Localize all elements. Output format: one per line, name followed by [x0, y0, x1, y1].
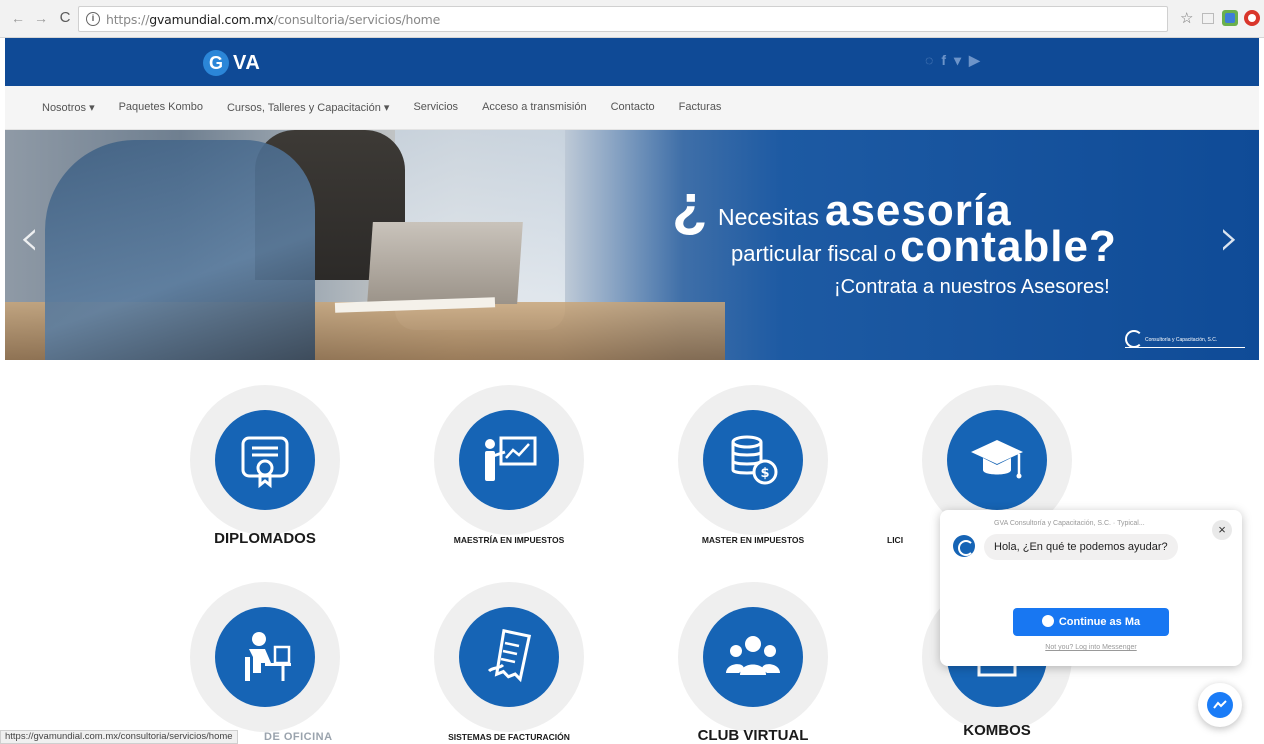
- facebook-icon[interactable]: f: [941, 52, 946, 69]
- graduation-cap-icon: [971, 440, 1023, 479]
- service-label: SISTEMAS DE FACTURACIÓN: [448, 732, 570, 742]
- url-text: https://gvamundial.com.mx/consultoria/se…: [106, 12, 441, 27]
- messenger-launcher-button[interactable]: [1198, 683, 1242, 727]
- svg-text:$: $: [760, 466, 769, 481]
- hero-carousel: ‹ › ¿ Necesitas asesoría particular fisca…: [5, 130, 1259, 360]
- service-label: MAESTRÍA EN IMPUESTOS: [453, 535, 565, 545]
- messenger-chat-popup: GVA Consultoría y Capacitación, S.C. · T…: [940, 510, 1242, 666]
- office-worker-icon: [245, 632, 291, 681]
- hero-photo-laptop: [367, 222, 523, 304]
- messenger-icon: [1041, 615, 1054, 627]
- twitter-icon[interactable]: ▾: [954, 52, 961, 69]
- logo[interactable]: G VA: [203, 50, 260, 76]
- main-nav: Nosotros ▾ Paquetes Kombo Cursos, Taller…: [5, 86, 1259, 130]
- log-into-messenger-link[interactable]: Not you? Log into Messenger: [940, 644, 1242, 651]
- bookmark-star-icon[interactable]: ☆: [1180, 9, 1193, 27]
- group-icon: [726, 636, 780, 675]
- extension-icon[interactable]: [1222, 10, 1238, 26]
- carousel-next-icon[interactable]: ›: [1219, 208, 1240, 268]
- hero-question-mark: ¿: [672, 173, 708, 238]
- info-icon[interactable]: i: [86, 12, 100, 26]
- logo-text: VA: [233, 51, 261, 74]
- site-header: G VA ◌ f ▾ ▶: [5, 38, 1259, 86]
- service-label: DIPLOMADOS: [214, 530, 316, 547]
- nav-item-servicios[interactable]: Servicios: [413, 101, 458, 114]
- coins-icon: $: [731, 435, 778, 485]
- browser-status-bar: https://gvamundial.com.mx/consultoria/se…: [0, 730, 238, 744]
- page-avatar: [953, 535, 975, 557]
- social-links: ◌ f ▾ ▶: [925, 52, 980, 69]
- hero-stamp-logo: Consultoría y Capacitación, S.C.: [1125, 330, 1245, 348]
- close-icon[interactable]: ×: [1212, 520, 1232, 540]
- service-label: CLUB VIRTUAL: [697, 727, 809, 744]
- cast-icon[interactable]: [1202, 13, 1214, 24]
- nav-item-contacto[interactable]: Contacto: [611, 101, 655, 114]
- address-bar[interactable]: i https://gvamundial.com.mx/consultoria/…: [78, 6, 1168, 32]
- messenger-icon: [1213, 700, 1227, 709]
- forward-arrow-icon[interactable]: →: [33, 10, 49, 26]
- chat-greeting: Hola, ¿En qué te podemos ayudar?: [984, 534, 1178, 560]
- service-label: LICI: [887, 535, 904, 545]
- hero-headline-line2: particular fiscal ocontable?: [731, 222, 1117, 271]
- nav-item-cursos[interactable]: Cursos, Talleres y Capacitación ▾: [227, 101, 389, 114]
- logo-mark: G: [203, 50, 229, 76]
- nav-item-paquetes-kombo[interactable]: Paquetes Kombo: [119, 101, 203, 114]
- extension-record-icon[interactable]: [1244, 10, 1260, 26]
- nav-item-acceso[interactable]: Acceso a transmisión: [482, 101, 587, 114]
- certificate-icon: [241, 436, 289, 489]
- presentation-icon: [485, 436, 537, 481]
- hero-subline: ¡Contrata a nuestros Asesores!: [834, 276, 1110, 298]
- chat-page-name: GVA Consultoría y Capacitación, S.C. · T…: [994, 520, 1145, 527]
- back-arrow-icon[interactable]: ←: [10, 10, 26, 26]
- invoice-icon: [487, 628, 532, 683]
- hero-photo-person: [45, 140, 315, 360]
- nav-item-nosotros[interactable]: Nosotros ▾: [42, 101, 95, 114]
- continue-as-button[interactable]: Continue as Ma: [1013, 608, 1169, 636]
- service-label: KOMBOS: [963, 722, 1031, 739]
- service-label-obscured: DE OFICINA: [264, 731, 333, 743]
- browser-toolbar: ← → C i https://gvamundial.com.mx/consul…: [0, 0, 1264, 38]
- reload-icon[interactable]: C: [57, 10, 73, 26]
- service-label: MASTER EN IMPUESTOS: [701, 535, 805, 545]
- nav-item-facturas[interactable]: Facturas: [679, 101, 722, 114]
- youtube-icon[interactable]: ▶: [969, 52, 980, 69]
- whatsapp-icon[interactable]: ◌: [925, 52, 933, 69]
- carousel-prev-icon[interactable]: ‹: [19, 208, 40, 268]
